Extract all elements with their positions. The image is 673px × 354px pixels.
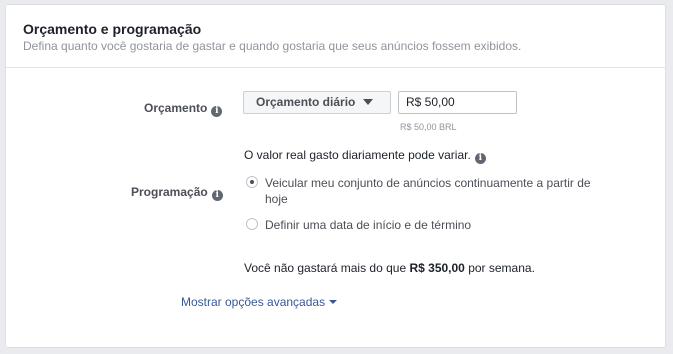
schedule-option-date-range-label: Definir uma data de início e de término <box>265 218 472 232</box>
schedule-option-date-range[interactable]: Definir uma data de início e de término <box>246 217 546 233</box>
budget-variation-note-row: O valor real gasto diariamente pode vari… <box>244 148 486 164</box>
weekly-spend-prefix: Você não gastará mais do que <box>244 261 407 275</box>
radio-selected-icon[interactable] <box>246 176 258 188</box>
show-advanced-options-label: Mostrar opções avançadas <box>181 295 326 309</box>
weekly-spend-summary: Você não gastará mais do que R$ 350,00 p… <box>244 261 535 275</box>
radio-unselected-icon[interactable] <box>246 218 258 230</box>
section-title: Orçamento e programação <box>23 21 202 37</box>
budget-type-selected: Orçamento diário <box>256 95 356 109</box>
schedule-label: Programação <box>131 185 208 199</box>
budget-schedule-card: Orçamento e programação Defina quanto vo… <box>5 4 666 348</box>
budget-type-dropdown[interactable]: Orçamento diário <box>243 91 391 114</box>
info-icon[interactable]: i <box>211 106 223 117</box>
schedule-option-continuous[interactable]: Veicular meu conjunto de anúncios contin… <box>246 175 646 209</box>
budget-label-row: Orçamento i <box>144 101 223 117</box>
caret-down-icon <box>363 99 374 105</box>
weekly-spend-suffix: por semana. <box>468 261 535 275</box>
budget-amount-currency-note: R$ 50,00 BRL <box>400 122 457 132</box>
caret-down-icon <box>329 300 338 304</box>
section-subtitle: Defina quanto você gostaria de gastar e … <box>23 39 522 53</box>
weekly-spend-amount: R$ 350,00 <box>409 261 465 275</box>
budget-label: Orçamento <box>144 101 208 115</box>
info-icon[interactable]: i <box>211 190 223 201</box>
schedule-option-continuous-label: Veicular meu conjunto de anúncios contin… <box>265 175 591 207</box>
budget-amount-input[interactable]: R$ 50,00 <box>398 91 517 114</box>
info-icon[interactable]: i <box>474 153 486 164</box>
schedule-option-continuous-line1: Veicular meu conjunto de anúncios contin… <box>265 176 591 190</box>
section-header: Orçamento e programação Defina quanto vo… <box>6 5 665 68</box>
schedule-option-continuous-line2: hoje <box>265 192 288 206</box>
schedule-label-row: Programação i <box>131 185 223 201</box>
budget-variation-note: O valor real gasto diariamente pode vari… <box>244 148 471 162</box>
show-advanced-options-link[interactable]: Mostrar opções avançadas <box>181 295 338 309</box>
